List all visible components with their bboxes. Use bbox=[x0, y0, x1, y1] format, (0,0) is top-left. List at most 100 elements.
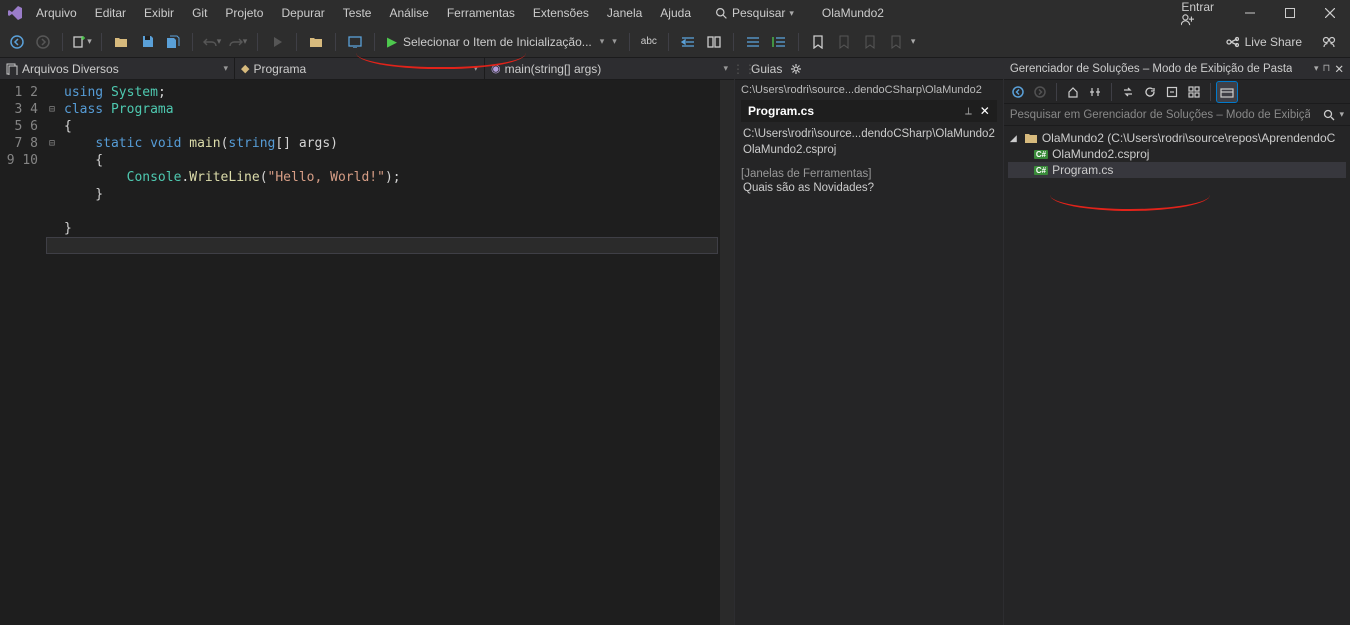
drag-handle-icon[interactable]: ⋮⋮ bbox=[741, 62, 747, 76]
menu-depurar[interactable]: Depurar bbox=[273, 2, 332, 24]
guias-csproj[interactable]: OlaMundo2.csproj bbox=[741, 142, 997, 158]
crumb-member-label: main(string[] args) bbox=[505, 62, 602, 76]
find-icon[interactable]: abc bbox=[638, 31, 660, 53]
undo-button[interactable]: ▾ bbox=[201, 31, 223, 53]
crumb-file[interactable]: Arquivos Diversos ▾ bbox=[0, 58, 235, 79]
live-share-icon bbox=[1225, 36, 1239, 48]
crumb-file-label: Arquivos Diversos bbox=[22, 62, 119, 76]
menu-ferramentas[interactable]: Ferramentas bbox=[439, 2, 523, 24]
tree-csproj[interactable]: C# OlaMundo2.csproj bbox=[1008, 146, 1346, 162]
expander-open-icon[interactable]: ◢ bbox=[1010, 133, 1020, 144]
vs-logo-icon bbox=[6, 4, 24, 22]
nav-forward-button[interactable] bbox=[32, 31, 54, 53]
code-area[interactable]: 1 2 3 4 5 6 7 8 9 10 ⊟ ⊟ using System; c… bbox=[0, 80, 734, 625]
gear-icon[interactable] bbox=[790, 63, 802, 75]
menu-projeto[interactable]: Projeto bbox=[217, 2, 271, 24]
menu-arquivo[interactable]: Arquivo bbox=[28, 2, 85, 24]
live-share-button[interactable]: Live Share bbox=[1225, 35, 1344, 49]
solution-explorer: Gerenciador de Soluções – Modo de Exibiç… bbox=[1004, 58, 1350, 625]
guias-section-label: Janelas de Ferramentas bbox=[741, 168, 997, 180]
method-icon: ◉ bbox=[491, 62, 501, 75]
startup-item-selector[interactable]: ▶ Selecionar o Item de Inicialização... … bbox=[383, 34, 621, 50]
chevron-down-icon: ▾ bbox=[789, 8, 794, 19]
save-all-button[interactable] bbox=[162, 31, 184, 53]
crumb-class-label: Programa bbox=[253, 62, 306, 76]
main-toolbar: ▾ ▾ ▾ ▶ Selecionar o Item de Inicializaç… bbox=[0, 26, 1350, 58]
close-icon[interactable]: ✕ bbox=[1334, 62, 1344, 76]
guias-whatsnew[interactable]: Quais são as Novidades? bbox=[741, 180, 997, 196]
fold-column[interactable]: ⊟ ⊟ bbox=[46, 80, 58, 625]
save-button[interactable] bbox=[136, 31, 158, 53]
bookmark-next-icon[interactable] bbox=[859, 31, 881, 53]
solution-tree: ◢ OlaMundo2 (C:\Users\rodri\source\repos… bbox=[1004, 126, 1350, 182]
open-file-button[interactable] bbox=[110, 31, 132, 53]
bookmark-prev-icon[interactable] bbox=[833, 31, 855, 53]
solution-name: OlaMundo2 bbox=[822, 6, 884, 20]
sol-home-icon[interactable] bbox=[1063, 82, 1083, 102]
pin-icon[interactable]: ⟂ bbox=[965, 106, 972, 117]
close-icon[interactable]: ✕ bbox=[980, 104, 990, 118]
menu-editar[interactable]: Editar bbox=[87, 2, 134, 24]
sol-collapse-icon[interactable] bbox=[1162, 82, 1182, 102]
chevron-down-icon[interactable]: ▾ bbox=[1339, 109, 1344, 120]
title-search[interactable]: Pesquisar ▾ bbox=[709, 4, 800, 22]
code-editor: Arquivos Diversos ▾ ◆ Programa ▾ ◉ main(… bbox=[0, 58, 735, 625]
solution-platforms-icon[interactable] bbox=[344, 31, 366, 53]
guias-active-tab-label: Program.cs bbox=[748, 104, 814, 118]
start-debug-button[interactable] bbox=[266, 31, 288, 53]
startup-item-label: Selecionar o Item de Inicialização... bbox=[403, 35, 592, 49]
live-share-label: Live Share bbox=[1245, 35, 1302, 49]
tree-program[interactable]: C# Program.cs bbox=[1008, 162, 1346, 178]
menu-janela[interactable]: Janela bbox=[599, 2, 650, 24]
menu-teste[interactable]: Teste bbox=[335, 2, 380, 24]
crumb-class[interactable]: ◆ Programa ▾ bbox=[235, 58, 485, 79]
crumb-member[interactable]: ◉ main(string[] args) ▾ bbox=[485, 58, 734, 79]
editor-scrollbar[interactable] bbox=[720, 80, 734, 625]
window-close-button[interactable] bbox=[1316, 3, 1344, 23]
word-wrap-icon[interactable] bbox=[703, 31, 725, 53]
sol-showall-icon[interactable] bbox=[1184, 82, 1204, 102]
sol-switch-view-icon[interactable] bbox=[1085, 82, 1105, 102]
window-maximize-button[interactable] bbox=[1276, 3, 1304, 23]
chevron-down-icon[interactable]: ▾ bbox=[1314, 63, 1319, 74]
tree-root[interactable]: ◢ OlaMundo2 (C:\Users\rodri\source\repos… bbox=[1008, 130, 1346, 146]
menu-extensoes[interactable]: Extensões bbox=[525, 2, 597, 24]
solution-search-placeholder: Pesquisar em Gerenciador de Soluções – M… bbox=[1010, 109, 1310, 121]
feedback-icon[interactable] bbox=[1322, 35, 1336, 49]
tree-csproj-label: OlaMundo2.csproj bbox=[1052, 147, 1149, 161]
redo-button[interactable]: ▾ bbox=[227, 31, 249, 53]
menu-analise[interactable]: Análise bbox=[381, 2, 436, 24]
guias-mid-path[interactable]: C:\Users\rodri\source...dendoCSharp\OlaM… bbox=[741, 126, 997, 142]
current-line-highlight bbox=[46, 237, 718, 254]
solution-config-icon[interactable] bbox=[305, 31, 327, 53]
sign-in-label: Entrar bbox=[1181, 0, 1214, 14]
uncomment-icon[interactable] bbox=[768, 31, 790, 53]
comment-icon[interactable] bbox=[742, 31, 764, 53]
guias-active-tab[interactable]: Program.cs ⟂ ✕ bbox=[741, 100, 997, 122]
sol-nav-fwd-icon[interactable] bbox=[1030, 82, 1050, 102]
sol-nav-back-icon[interactable] bbox=[1008, 82, 1028, 102]
code-content[interactable]: using System; class Programa { static vo… bbox=[58, 80, 720, 625]
bookmark-icon[interactable] bbox=[807, 31, 829, 53]
menu-exibir[interactable]: Exibir bbox=[136, 2, 182, 24]
folder-icon bbox=[1024, 133, 1038, 144]
sol-refresh-icon[interactable] bbox=[1140, 82, 1160, 102]
nav-back-button[interactable] bbox=[6, 31, 28, 53]
pin-icon[interactable]: ⊓ bbox=[1323, 63, 1331, 74]
cs-badge-icon: C# bbox=[1034, 166, 1048, 175]
solution-search[interactable]: Pesquisar em Gerenciador de Soluções – M… bbox=[1004, 104, 1350, 126]
search-icon bbox=[715, 7, 728, 20]
menu-git[interactable]: Git bbox=[184, 2, 215, 24]
menu-ajuda[interactable]: Ajuda bbox=[652, 2, 699, 24]
toolbar-overflow-icon[interactable]: ▾ bbox=[911, 36, 916, 47]
window-minimize-button[interactable] bbox=[1236, 3, 1264, 23]
bookmark-clear-icon[interactable] bbox=[885, 31, 907, 53]
guias-title: Guias bbox=[751, 62, 782, 76]
editor-breadcrumb: Arquivos Diversos ▾ ◆ Programa ▾ ◉ main(… bbox=[0, 58, 734, 80]
solution-explorer-title: Gerenciador de Soluções – Modo de Exibiç… bbox=[1010, 63, 1293, 75]
new-item-button[interactable]: ▾ bbox=[71, 31, 93, 53]
sol-sync-icon[interactable] bbox=[1118, 82, 1138, 102]
sol-folder-view-icon[interactable] bbox=[1217, 82, 1237, 102]
indent-left-icon[interactable] bbox=[677, 31, 699, 53]
sign-in-button[interactable]: Entrar bbox=[1175, 0, 1224, 28]
